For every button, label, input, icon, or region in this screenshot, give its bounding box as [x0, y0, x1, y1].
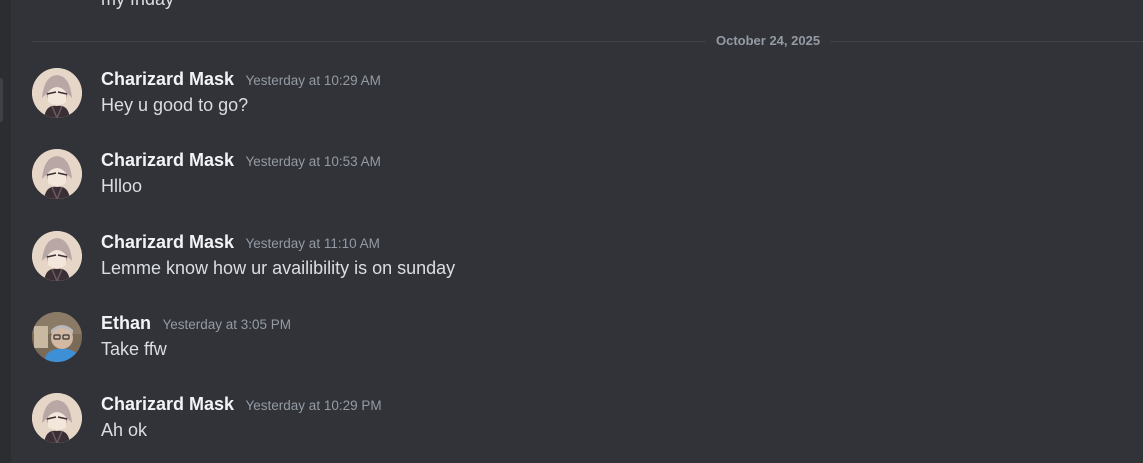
avatar[interactable] — [32, 149, 82, 199]
divider-line — [31, 41, 1143, 42]
message-content: Hey u good to go? — [101, 95, 249, 115]
date-divider-label: October 24, 2025 — [706, 33, 831, 49]
username[interactable]: Charizard Mask — [101, 69, 234, 89]
message-header: Ethan Yesterday at 3:05 PM — [101, 312, 291, 336]
username[interactable]: Charizard Mask — [101, 394, 234, 414]
avatar[interactable] — [32, 312, 82, 362]
chat-view: my friday October 24, 2025 Charizard Mas… — [0, 0, 1143, 463]
message-header: Charizard Mask Yesterday at 10:29 AM — [101, 68, 381, 92]
username[interactable]: Charizard Mask — [101, 150, 234, 170]
avatar[interactable] — [32, 393, 82, 443]
previous-message-text: my friday — [101, 0, 174, 10]
avatar[interactable] — [32, 68, 82, 118]
message-content: Ah ok — [101, 420, 148, 440]
timestamp: Yesterday at 3:05 PM — [162, 317, 292, 332]
avatar[interactable] — [32, 231, 82, 281]
timestamp: Yesterday at 11:10 AM — [245, 236, 380, 251]
timestamp: Yesterday at 10:53 AM — [245, 154, 381, 169]
message-header: Charizard Mask Yesterday at 10:53 AM — [101, 149, 381, 173]
message-content: Hlloo — [101, 176, 143, 196]
timestamp: Yesterday at 10:29 AM — [245, 73, 381, 88]
message-item[interactable]: Charizard Mask Yesterday at 10:29 AM Hey… — [0, 68, 1143, 130]
message-header: Charizard Mask Yesterday at 11:10 AM — [101, 231, 380, 255]
message-item[interactable]: Ethan Yesterday at 3:05 PM Take ffw — [0, 312, 1143, 374]
timestamp: Yesterday at 10:29 PM — [245, 398, 382, 413]
message-content: Lemme know how ur availibility is on sun… — [101, 258, 456, 278]
message-content: Take ffw — [101, 339, 167, 359]
message-header: Charizard Mask Yesterday at 10:29 PM — [101, 393, 382, 417]
message-item[interactable]: Charizard Mask Yesterday at 10:53 AM Hll… — [0, 149, 1143, 211]
message-item[interactable]: Charizard Mask Yesterday at 11:10 AM Lem… — [0, 231, 1143, 293]
username[interactable]: Ethan — [101, 313, 151, 333]
message-item[interactable]: Charizard Mask Yesterday at 10:29 PM Ah … — [0, 393, 1143, 455]
username[interactable]: Charizard Mask — [101, 232, 234, 252]
